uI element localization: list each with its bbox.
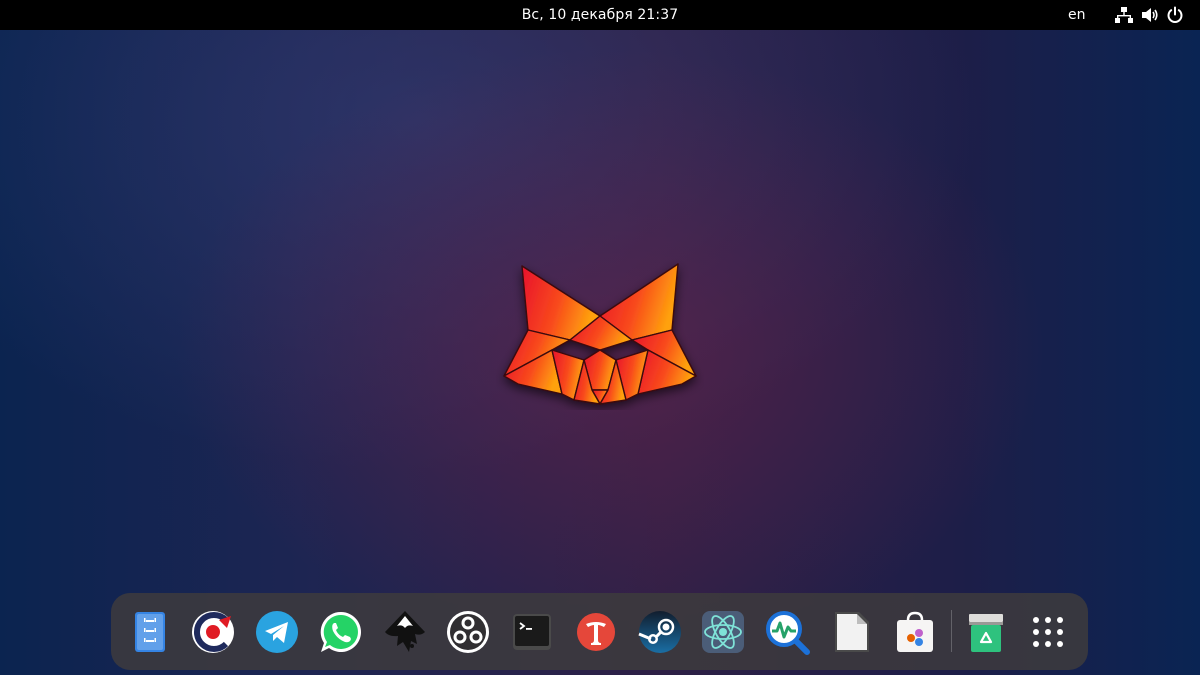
font-manager-icon[interactable] [572,608,620,656]
clock[interactable]: Вс, 10 декабря 21:37 [0,0,1200,30]
trash-icon[interactable] [962,608,1010,656]
power-icon[interactable] [1166,6,1184,24]
terminal-icon[interactable] [508,608,556,656]
dock-separator [951,610,952,652]
atom-icon[interactable] [699,608,747,656]
ccleaner-icon[interactable] [189,608,237,656]
software-store-icon[interactable] [891,608,939,656]
obs-icon[interactable] [444,608,492,656]
whatsapp-icon[interactable] [317,608,365,656]
network-icon[interactable] [1115,6,1133,24]
app-grid-icon[interactable] [1024,608,1072,656]
fox-logo [503,263,697,405]
files-icon[interactable] [126,608,174,656]
dock [111,593,1088,670]
system-monitor-icon[interactable] [763,608,811,656]
top-bar: Вс, 10 декабря 21:37 en [0,0,1200,30]
steam-icon[interactable] [636,608,684,656]
inkscape-icon[interactable] [381,608,429,656]
volume-icon[interactable] [1141,6,1159,24]
keyboard-layout[interactable]: en [1068,0,1086,30]
libreoffice-icon[interactable] [827,608,875,656]
telegram-icon[interactable] [253,608,301,656]
